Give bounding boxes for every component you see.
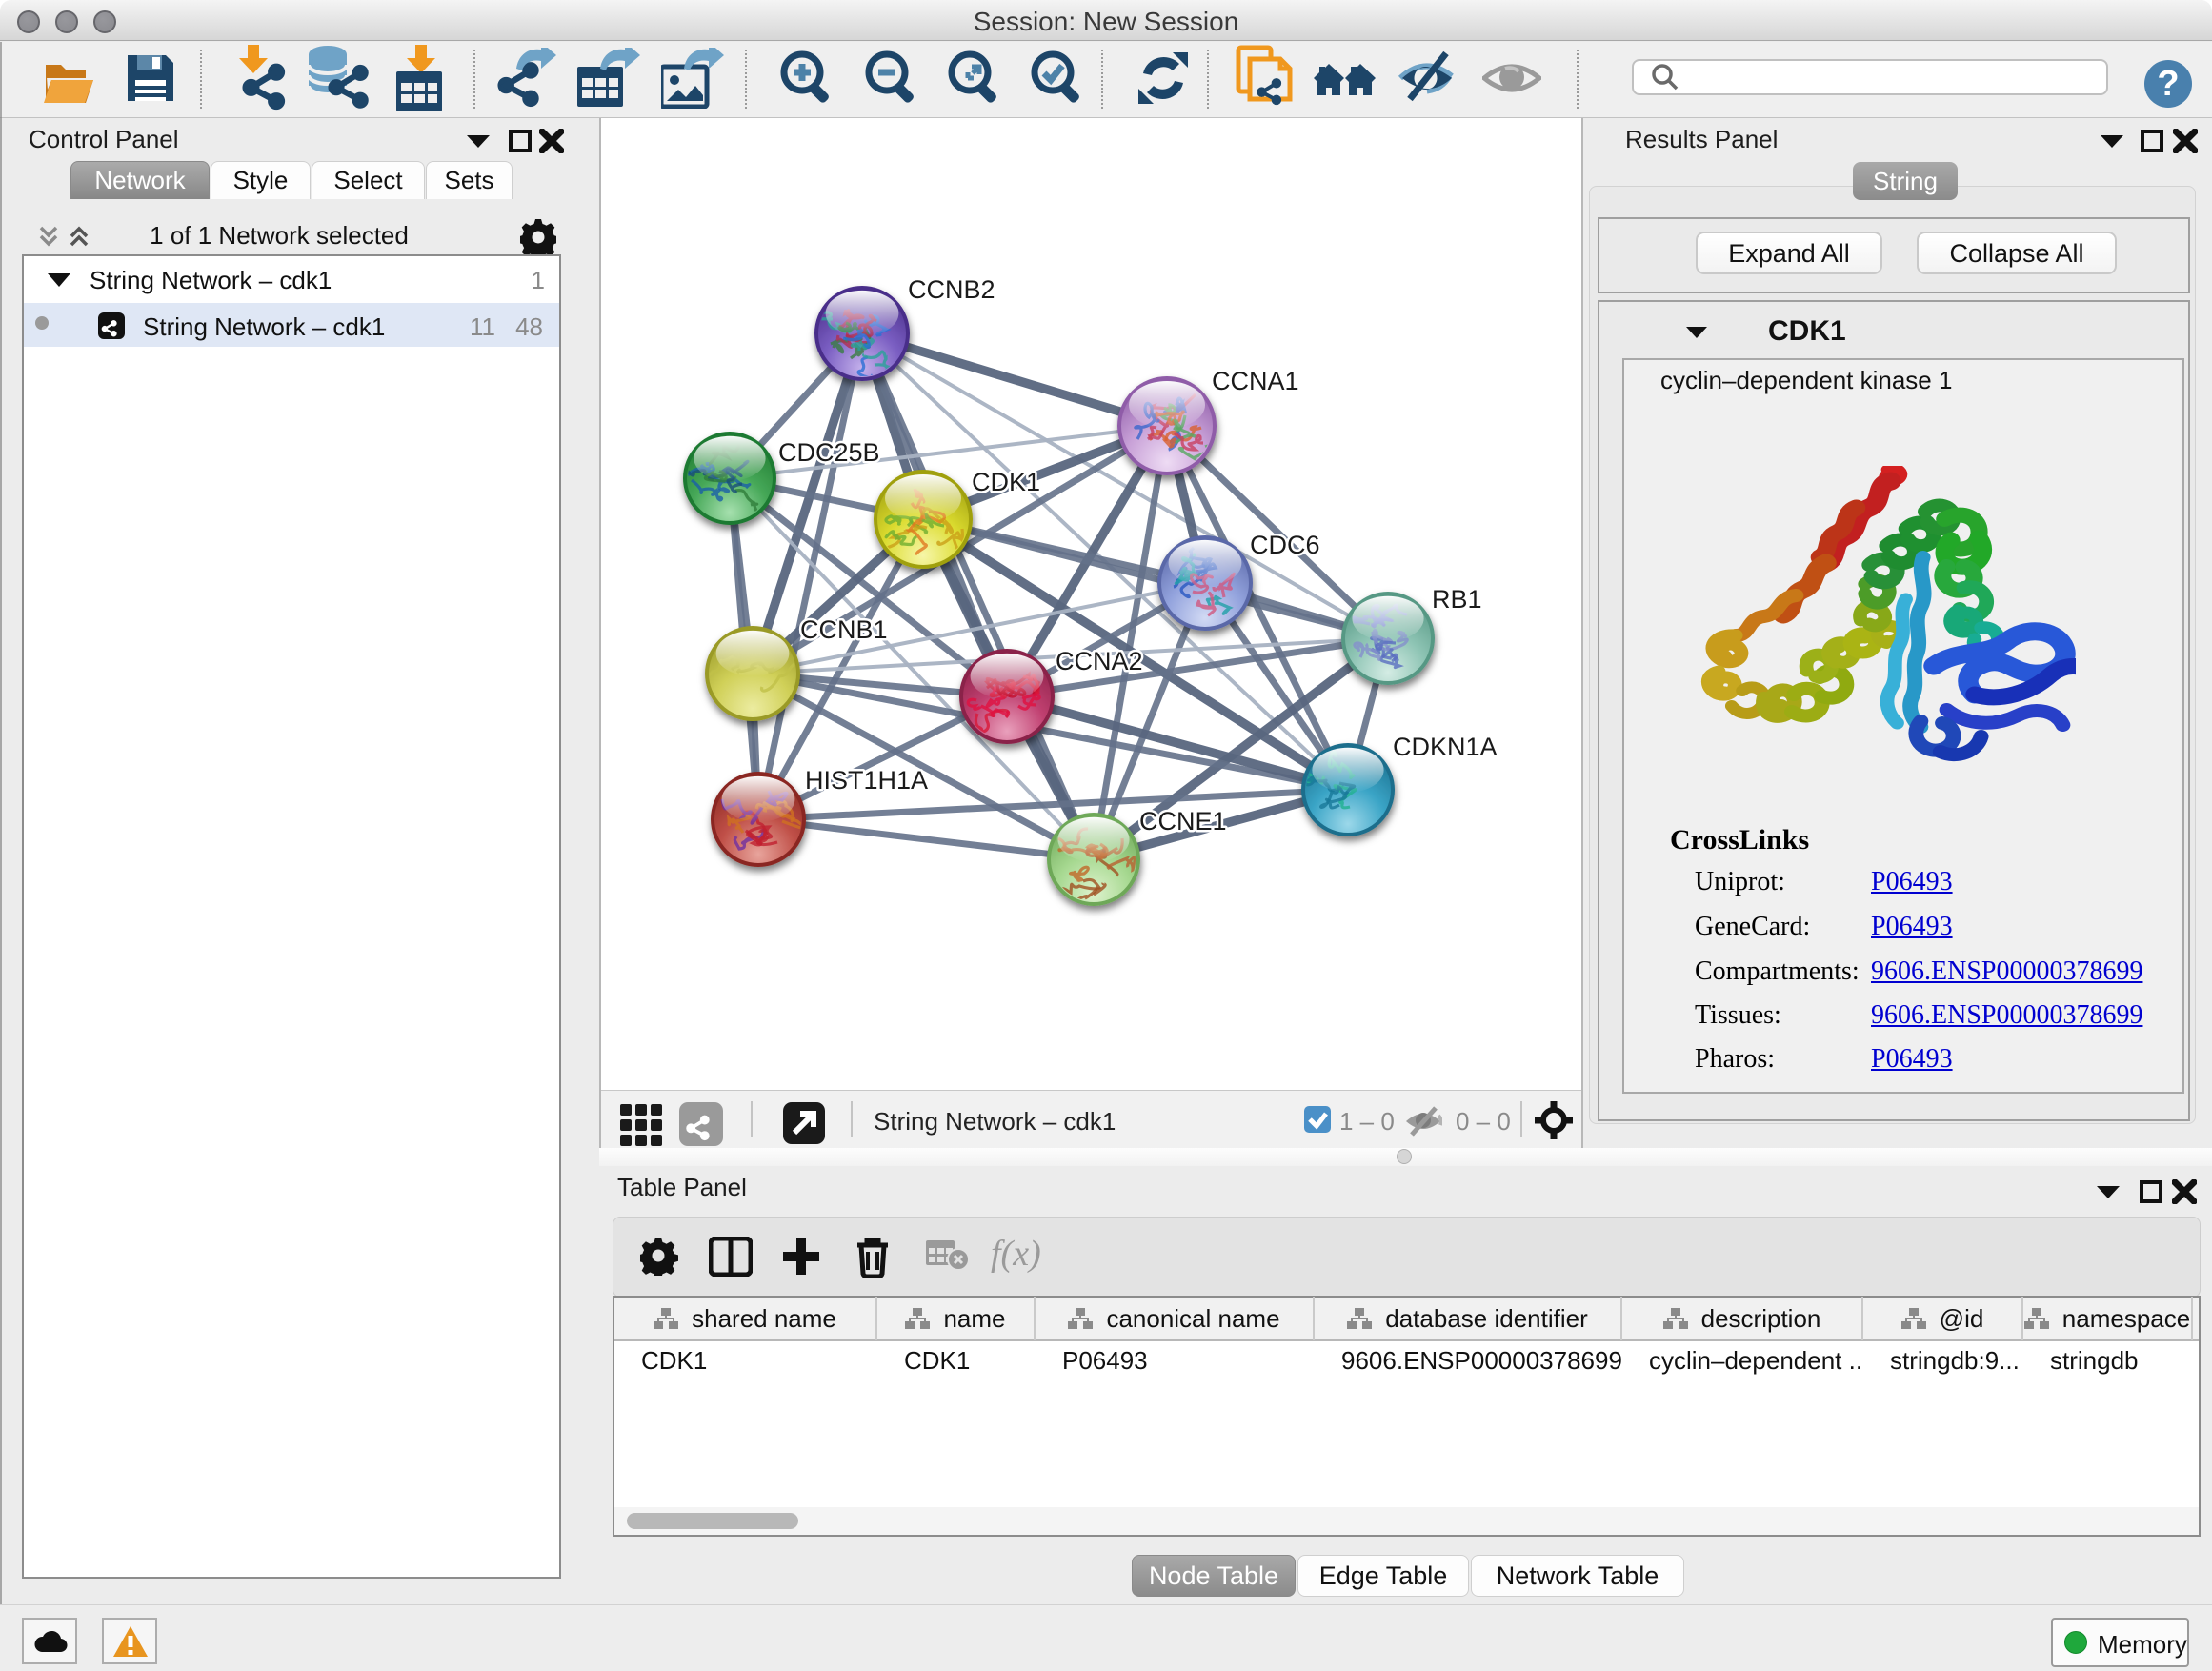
- svg-text:CDC25B: CDC25B: [778, 438, 880, 467]
- svg-text:CCNA2: CCNA2: [1056, 647, 1143, 675]
- svg-text:CCNB2: CCNB2: [908, 275, 995, 304]
- svg-text:CDC6: CDC6: [1250, 531, 1320, 559]
- svg-text:CCNE1: CCNE1: [1139, 807, 1227, 836]
- svg-text:CDK1: CDK1: [972, 468, 1040, 496]
- svg-text:CCNA1: CCNA1: [1212, 367, 1299, 395]
- svg-text:RB1: RB1: [1432, 585, 1482, 614]
- svg-text:CDKN1A: CDKN1A: [1393, 733, 1498, 761]
- svg-text:?: ?: [2157, 64, 2179, 104]
- svg-text:HIST1H1A: HIST1H1A: [805, 766, 928, 795]
- svg-text:CCNB1: CCNB1: [800, 615, 888, 644]
